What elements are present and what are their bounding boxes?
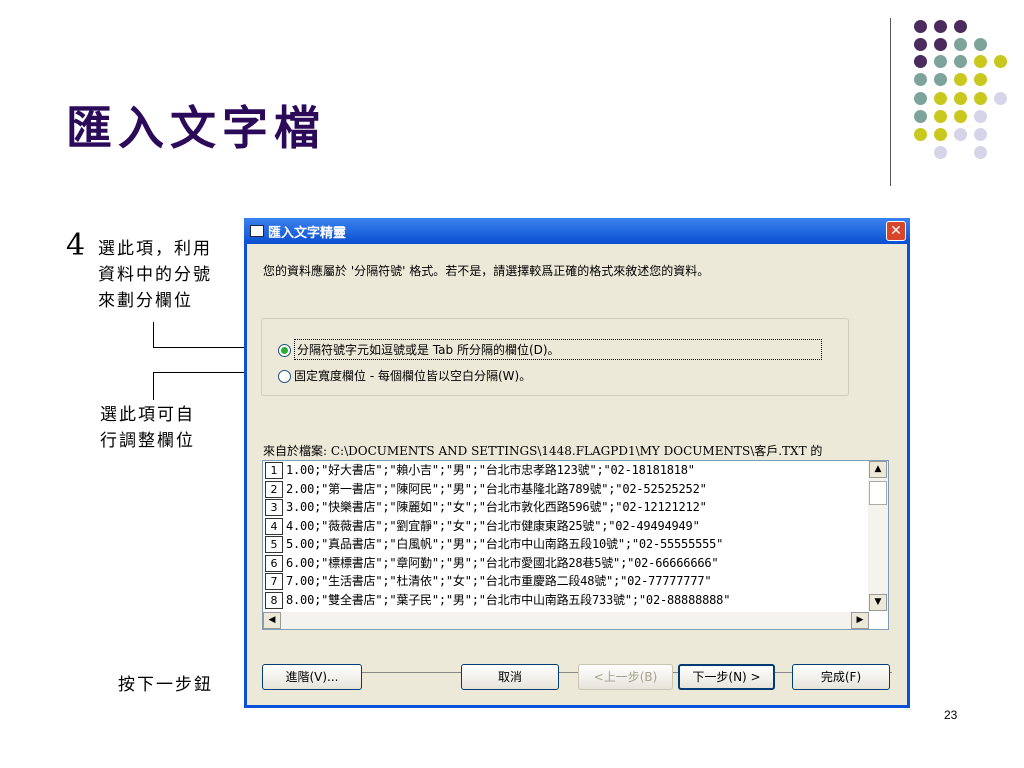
option-fixed-width[interactable]: 固定寬度欄位 - 每個欄位皆以空白分隔(W)。 xyxy=(278,367,531,387)
decorative-dot xyxy=(974,128,987,141)
import-text-wizard-dialog: 匯入文字精靈 ✕ 您的資料應屬於 '分隔符號' 格式。若不是，請選擇較爲正確的格… xyxy=(244,218,910,708)
dialog-title: 匯入文字精靈 xyxy=(268,226,347,241)
table-row: 8 8.00;"雙全書店";"葉子民";"男";"台北市中山南路五段733號";"… xyxy=(263,591,869,610)
decorative-dot xyxy=(994,55,1007,68)
row-number: 4 xyxy=(265,517,283,535)
decorative-dot xyxy=(934,128,947,141)
decorative-dot xyxy=(954,110,967,123)
decorative-dot xyxy=(974,146,987,159)
vertical-scrollbar[interactable]: ▲ ▼ xyxy=(868,461,888,611)
row-number: 3 xyxy=(265,499,283,516)
decorative-dot xyxy=(914,55,927,68)
scroll-right-icon[interactable]: ▶ xyxy=(851,612,869,629)
source-file-label: 來自於檔案: C:\DOCUMENTS AND SETTINGS\1448.FL… xyxy=(263,444,823,458)
radio-fixed-width[interactable] xyxy=(278,370,291,383)
decorative-dot xyxy=(914,20,927,33)
slide-title: 匯入文字檔 xyxy=(66,101,326,155)
dialog-body: 您的資料應屬於 '分隔符號' 格式。若不是，請選擇較爲正確的格式來敘述您的資料。… xyxy=(247,244,907,705)
data-preview[interactable]: 1 1.00;"好大書店";"賴小吉";"男";"台北市忠孝路123號";"02-… xyxy=(262,460,889,630)
annotation-select-fixed-width: 選此項可自 行調整欄位 xyxy=(100,402,195,454)
decorative-dot xyxy=(954,38,967,51)
row-number: 1 xyxy=(265,462,283,479)
decorative-dot xyxy=(954,55,967,68)
decorative-dot xyxy=(974,73,987,86)
annotation-line: 選此項，利用 xyxy=(98,239,212,259)
row-text: 5.00;"真品書店";"白風帆";"男";"台北市中山南路五段10號";"02… xyxy=(286,537,724,551)
decorative-dot xyxy=(914,92,927,105)
decorative-dot xyxy=(934,38,947,51)
close-button[interactable]: ✕ xyxy=(886,221,906,241)
scroll-up-icon[interactable]: ▲ xyxy=(869,461,887,478)
row-number: 7 xyxy=(265,573,283,590)
table-row: 1 1.00;"好大書店";"賴小吉";"男";"台北市忠孝路123號";"02-… xyxy=(263,461,869,480)
decorative-dot xyxy=(994,92,1007,105)
decorative-dot xyxy=(934,110,947,123)
table-row: 5 5.00;"真品書店";"白風帆";"男";"台北市中山南路五段10號";"0… xyxy=(263,535,869,554)
annotation-press-next: 按下一步鈕 xyxy=(118,675,213,695)
horizontal-scrollbar[interactable]: ◀ ▶ xyxy=(263,612,869,629)
window-icon xyxy=(250,225,264,237)
decorative-dot xyxy=(974,38,987,51)
preview-rows: 1 1.00;"好大書店";"賴小吉";"男";"台北市忠孝路123號";"02-… xyxy=(263,461,869,613)
row-text: 3.00;"快樂書店";"陳麗如";"女";"台北市敦化西路596號";"02-… xyxy=(286,500,707,514)
connector-line xyxy=(153,372,154,400)
option-delimited[interactable]: 分隔符號字元如逗號或是 Tab 所分隔的欄位(D)。 xyxy=(278,339,822,360)
page-number: 23 xyxy=(944,708,958,722)
decorative-dot xyxy=(934,146,947,159)
row-number: 8 xyxy=(265,591,283,609)
step-number: 4 xyxy=(66,228,86,263)
scroll-thumb[interactable] xyxy=(869,481,887,505)
decorative-dot xyxy=(934,73,947,86)
row-text: 8.00;"雙全書店";"葉子民";"男";"台北市中山南路五段733號";"0… xyxy=(286,592,731,607)
annotation-line: 行調整欄位 xyxy=(100,431,195,451)
decorative-dot xyxy=(954,73,967,86)
annotation-line: 資料中的分號 xyxy=(98,265,212,285)
table-row: 4 4.00;"薇薇書店";"劉宜靜";"女";"台北市健康東路25號";"02-… xyxy=(263,517,869,536)
scroll-left-icon[interactable]: ◀ xyxy=(263,612,281,629)
scroll-down-icon[interactable]: ▼ xyxy=(869,594,887,611)
connector-line xyxy=(153,322,154,348)
decorative-dot xyxy=(914,38,927,51)
row-text: 4.00;"薇薇書店";"劉宜靜";"女";"台北市健康東路25號";"02-4… xyxy=(286,518,700,533)
cancel-button[interactable]: 取消 xyxy=(461,664,559,690)
intro-text: 您的資料應屬於 '分隔符號' 格式。若不是，請選擇較爲正確的格式來敘述您的資料。 xyxy=(263,264,710,278)
row-text: 1.00;"好大書店";"賴小吉";"男";"台北市忠孝路123號";"02-1… xyxy=(286,463,695,477)
decorative-dot xyxy=(914,110,927,123)
dialog-titlebar[interactable]: 匯入文字精靈 ✕ xyxy=(244,218,910,244)
annotation-select-delimited: 選此項，利用 資料中的分號 來劃分欄位 xyxy=(98,236,212,314)
decorative-dot xyxy=(974,110,987,123)
radio-delimited[interactable] xyxy=(278,344,291,357)
option-fixed-width-label: 固定寬度欄位 - 每個欄位皆以空白分隔(W)。 xyxy=(294,369,532,383)
decorative-dot xyxy=(974,55,987,68)
decorative-dot xyxy=(914,73,927,86)
table-row: 2 2.00;"第一書店";"陳阿民";"男";"台北市基隆北路789號";"02… xyxy=(263,480,869,499)
format-option-group: 分隔符號字元如逗號或是 Tab 所分隔的欄位(D)。 固定寬度欄位 - 每個欄位… xyxy=(261,318,849,396)
decorative-dot xyxy=(954,128,967,141)
table-row: 3 3.00;"快樂書店";"陳麗如";"女";"台北市敦化西路596號";"02… xyxy=(263,498,869,517)
advanced-button[interactable]: 進階(V)... xyxy=(262,664,362,690)
decorative-divider xyxy=(890,18,891,186)
decorative-dot xyxy=(954,20,967,33)
annotation-line: 選此項可自 xyxy=(100,405,195,425)
decorative-dot xyxy=(934,20,947,33)
decorative-dot xyxy=(934,92,947,105)
row-text: 2.00;"第一書店";"陳阿民";"男";"台北市基隆北路789號";"02-… xyxy=(286,481,707,496)
row-text: 7.00;"生活書店";"杜清依";"女";"台北市重慶路二段48號";"02-… xyxy=(286,574,712,588)
row-number: 5 xyxy=(265,536,283,553)
back-button[interactable]: <上一步(B) xyxy=(578,664,673,690)
table-row: 6 6.00;"標標書店";"章阿勤";"男";"台北市愛國北路28巷5號";"0… xyxy=(263,554,869,573)
annotation-line: 來劃分欄位 xyxy=(98,291,193,311)
finish-button[interactable]: 完成(F) xyxy=(792,664,890,690)
decorative-dot xyxy=(934,55,947,68)
row-number: 6 xyxy=(265,554,283,572)
table-row: 7 7.00;"生活書店";"杜清依";"女";"台北市重慶路二段48號";"02… xyxy=(263,572,869,591)
decorative-dot xyxy=(974,92,987,105)
row-text: 6.00;"標標書店";"章阿勤";"男";"台北市愛國北路28巷5號";"02… xyxy=(286,555,719,570)
decorative-dot xyxy=(914,128,927,141)
decorative-dot xyxy=(954,92,967,105)
next-button[interactable]: 下一步(N) > xyxy=(678,664,775,690)
row-number: 2 xyxy=(265,480,283,498)
option-delimited-label: 分隔符號字元如逗號或是 Tab 所分隔的欄位(D)。 xyxy=(294,339,822,360)
